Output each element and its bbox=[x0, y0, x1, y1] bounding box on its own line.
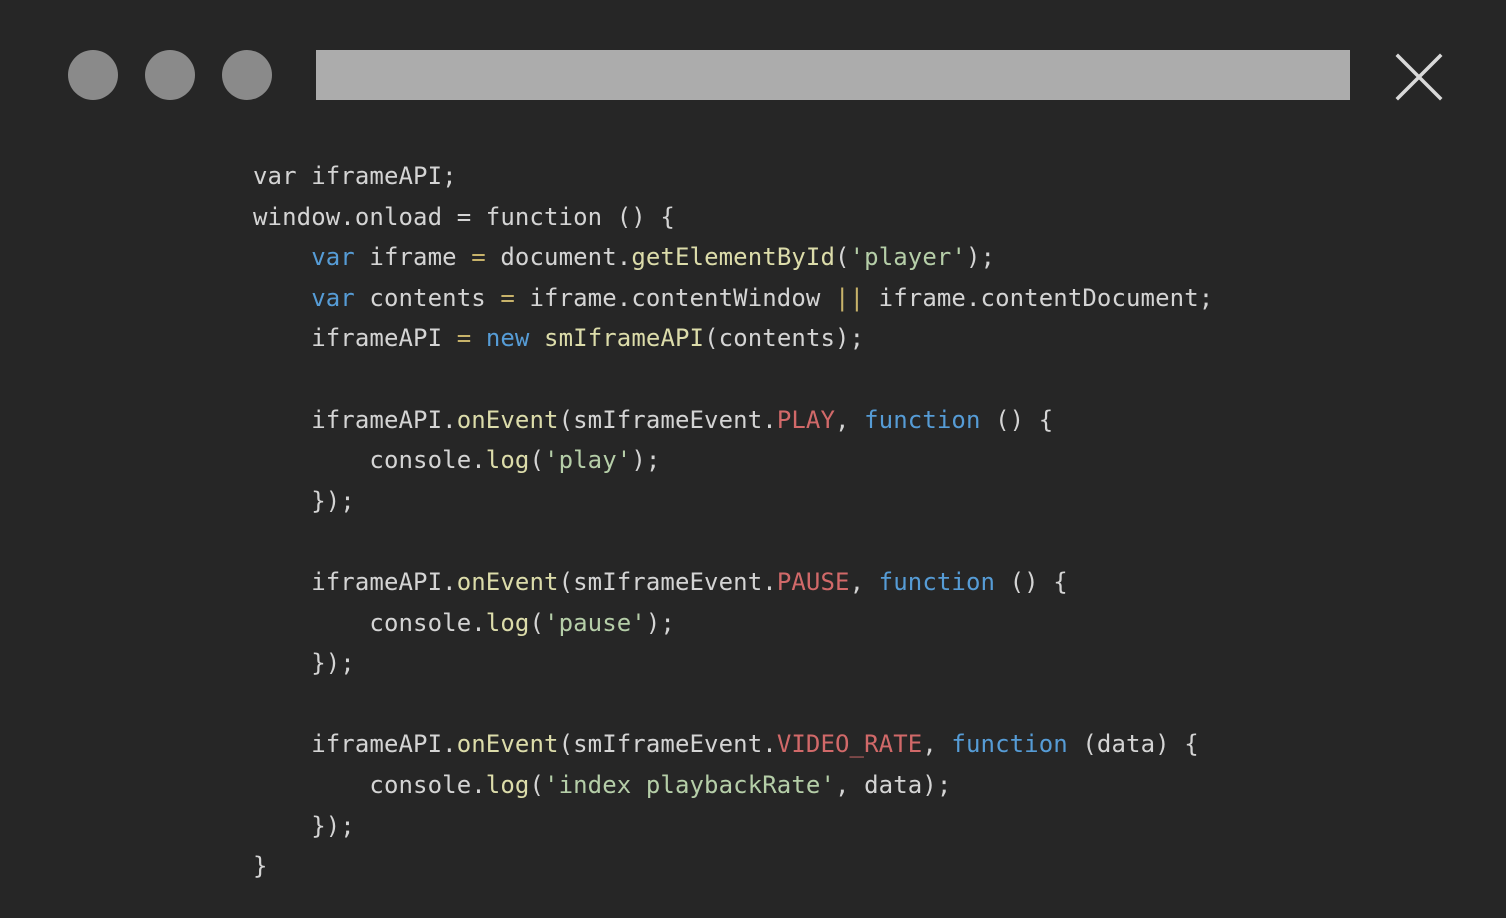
code-token: (data) { bbox=[1067, 730, 1199, 759]
code-line: } bbox=[253, 846, 1453, 887]
close-icon[interactable] bbox=[1394, 52, 1444, 102]
code-token: var bbox=[311, 243, 355, 272]
code-token: = bbox=[500, 283, 515, 312]
code-token: }); bbox=[253, 486, 355, 515]
code-token: function bbox=[878, 567, 996, 596]
code-line: iframeAPI.onEvent(smIframeEvent.PAUSE, f… bbox=[253, 562, 1453, 603]
code-line: }); bbox=[253, 481, 1453, 522]
code-token: || bbox=[835, 283, 865, 312]
code-line: iframeAPI.onEvent(smIframeEvent.PLAY, fu… bbox=[253, 400, 1453, 441]
code-line: iframeAPI.onEvent(smIframeEvent.VIDEO_RA… bbox=[253, 724, 1453, 765]
code-token: ); bbox=[966, 243, 996, 272]
code-line: console.log('index playbackRate', data); bbox=[253, 765, 1453, 806]
code-token: contents bbox=[354, 283, 501, 312]
code-token: = bbox=[456, 324, 472, 353]
code-token: function bbox=[951, 730, 1068, 759]
code-token: ( bbox=[835, 243, 850, 272]
code-token: (smIframeEvent. bbox=[558, 405, 777, 434]
code-token: , bbox=[922, 730, 952, 759]
window-dot-2[interactable] bbox=[145, 50, 195, 100]
code-token: iframeAPI. bbox=[253, 730, 457, 759]
code-token: iframe.contentDocument; bbox=[864, 283, 1214, 312]
code-line: console.log('play'); bbox=[253, 440, 1453, 481]
code-token: getElementById bbox=[631, 243, 836, 272]
code-block: var iframeAPI; window.onload = function (… bbox=[253, 156, 1453, 887]
code-token: log bbox=[485, 770, 530, 799]
code-token: VIDEO_RATE bbox=[776, 730, 923, 759]
code-token: PLAY bbox=[776, 405, 836, 434]
code-token: () { bbox=[980, 405, 1054, 434]
code-token: } bbox=[253, 852, 268, 881]
code-token: ( bbox=[529, 608, 545, 637]
window-dot-1[interactable] bbox=[68, 50, 118, 100]
code-token: onEvent bbox=[456, 405, 559, 434]
code-token: log bbox=[485, 608, 530, 637]
code-token: var iframeAPI; bbox=[253, 162, 457, 190]
code-token: onEvent bbox=[456, 730, 559, 759]
code-token: = bbox=[471, 243, 486, 272]
code-token: onEvent bbox=[456, 567, 559, 596]
code-token: () { bbox=[995, 567, 1068, 596]
code-token: }); bbox=[253, 811, 355, 840]
code-token: console. bbox=[253, 446, 486, 475]
code-token: var bbox=[311, 283, 355, 312]
code-token: smIframeAPI bbox=[544, 324, 705, 353]
code-token: 'pause' bbox=[544, 608, 646, 637]
code-token: , data); bbox=[835, 770, 952, 799]
code-token: ( bbox=[529, 446, 545, 475]
code-token: , bbox=[835, 405, 865, 434]
url-bar[interactable] bbox=[316, 50, 1350, 100]
code-token: document. bbox=[485, 243, 632, 272]
code-line: console.log('pause'); bbox=[253, 603, 1453, 644]
code-token: PAUSE bbox=[776, 567, 850, 596]
code-window: var iframeAPI; window.onload = function (… bbox=[0, 0, 1506, 918]
code-token: ( bbox=[529, 770, 545, 799]
code-token: (smIframeEvent. bbox=[558, 567, 777, 596]
code-token: ); bbox=[645, 608, 675, 637]
code-token: iframeAPI. bbox=[253, 405, 457, 434]
code-token: , bbox=[849, 567, 879, 596]
window-dot-3[interactable] bbox=[222, 50, 272, 100]
code-token: 'player' bbox=[849, 243, 966, 272]
code-line: var iframe = document.getElementById('pl… bbox=[253, 237, 1453, 278]
code-line: }); bbox=[253, 806, 1453, 847]
code-token: 'play' bbox=[544, 446, 632, 475]
code-token: console. bbox=[253, 770, 486, 799]
code-token: }); bbox=[253, 649, 355, 678]
code-token: ); bbox=[631, 446, 661, 475]
code-token: console. bbox=[253, 608, 486, 637]
code-token: (contents); bbox=[704, 324, 865, 353]
code-token: iframe.contentWindow bbox=[514, 283, 836, 312]
code-token: function bbox=[864, 405, 981, 434]
code-line: window.onload = function () { bbox=[253, 197, 1453, 238]
code-line: iframeAPI = new smIframeAPI(contents); bbox=[253, 318, 1453, 359]
code-token: iframeAPI bbox=[253, 324, 457, 353]
code-token: 'index playbackRate' bbox=[544, 770, 835, 799]
code-token: iframeAPI. bbox=[253, 567, 457, 596]
code-token: window.onload = function () { bbox=[253, 202, 675, 231]
code-line: }); bbox=[253, 643, 1453, 684]
code-line: var iframeAPI; bbox=[253, 156, 1453, 197]
code-token: log bbox=[485, 446, 530, 475]
code-token: iframe bbox=[354, 243, 472, 272]
close-icon-glyph bbox=[1395, 53, 1443, 101]
code-line: var contents = iframe.contentWindow || i… bbox=[253, 278, 1453, 319]
code-token: new bbox=[485, 324, 530, 353]
code-token: (smIframeEvent. bbox=[558, 730, 777, 759]
